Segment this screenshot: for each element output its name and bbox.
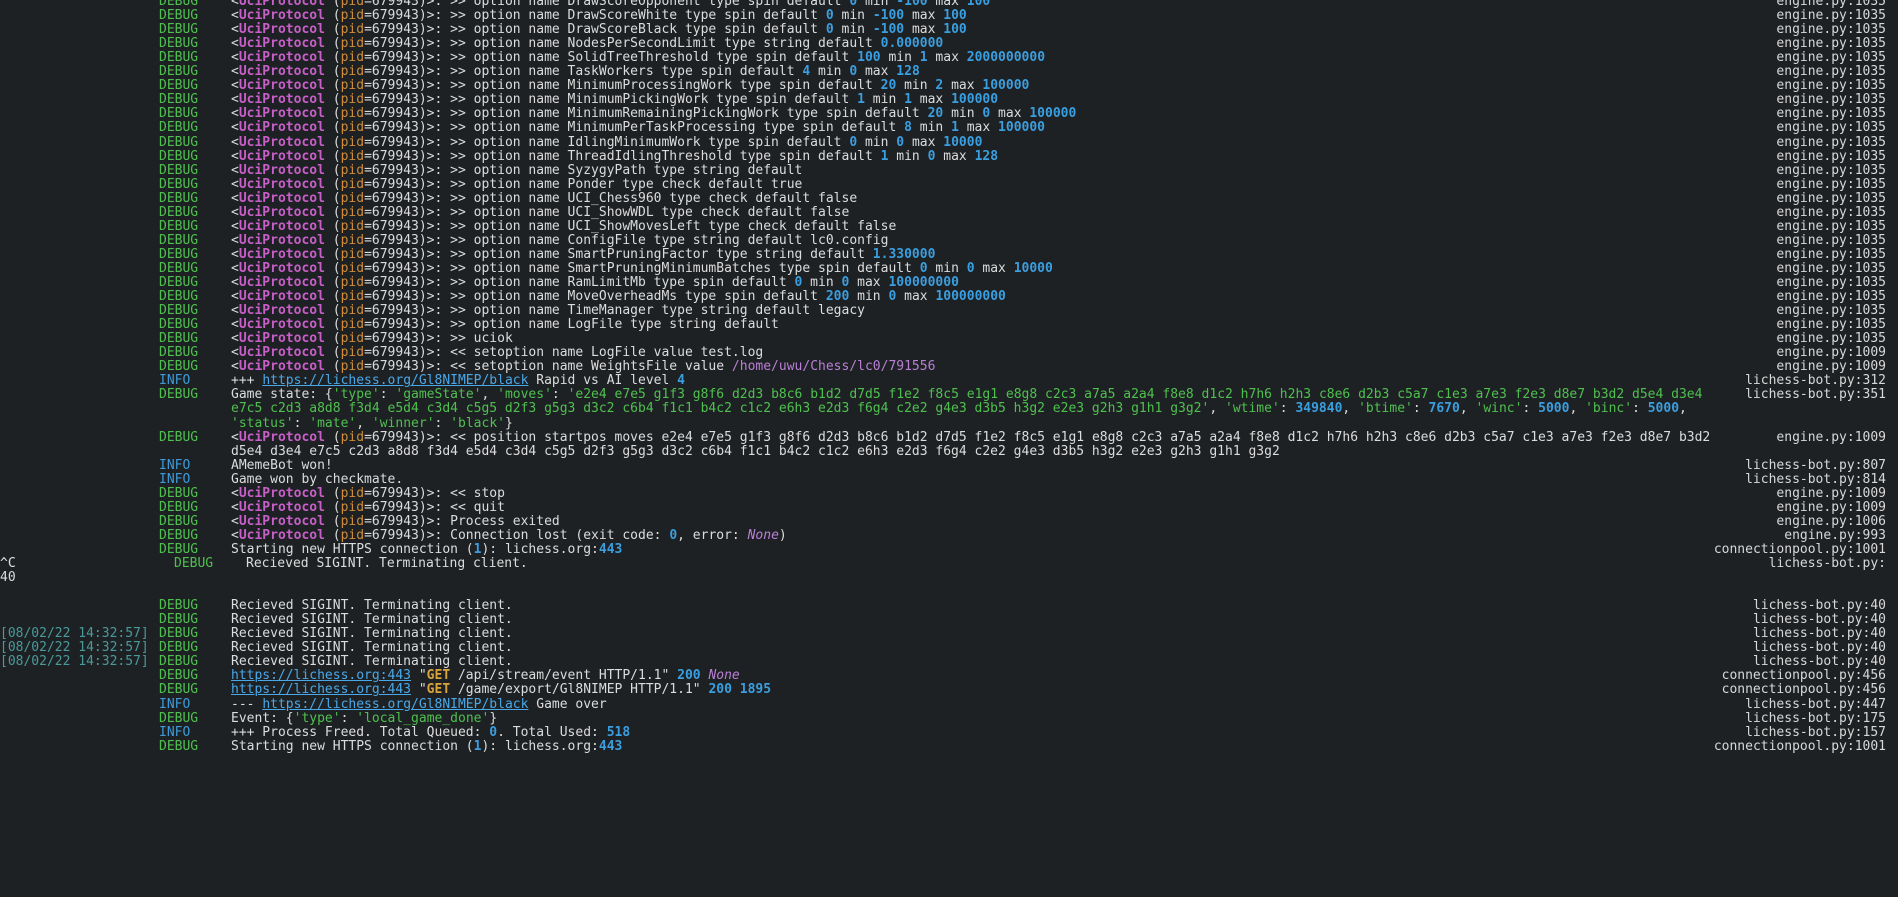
text-segment: Starting new HTTPS connection ( bbox=[231, 738, 474, 754]
log-level: DEBUG bbox=[159, 738, 199, 754]
log-message: Starting new HTTPS connection (1): liche… bbox=[231, 738, 622, 755]
log-source: connectionpool.py:1001 bbox=[1713, 738, 1886, 754]
log-line: DEBUG Starting new HTTPS connection (1): … bbox=[0, 738, 1898, 755]
number-token: 443 bbox=[598, 738, 623, 754]
text-segment: ): lichess.org: bbox=[481, 738, 599, 754]
terminal-window[interactable]: DEBUG <UciProtocol (pid=679943)>: >> opti… bbox=[0, 0, 1898, 897]
